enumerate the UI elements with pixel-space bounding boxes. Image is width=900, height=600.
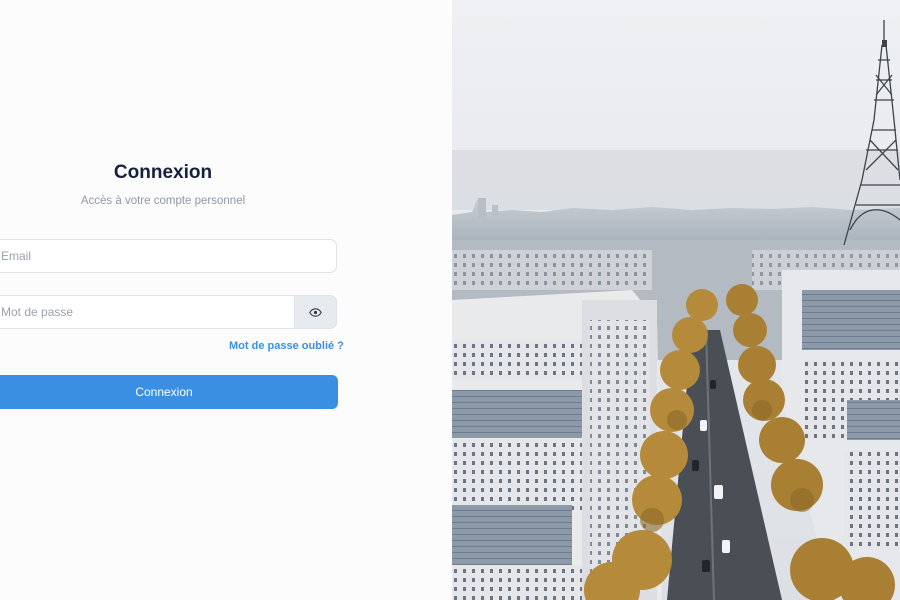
forgot-password-link[interactable]: Mot de passe oublié ? [229,340,344,352]
email-field[interactable] [1,240,281,272]
show-password-button[interactable] [294,295,337,329]
paris-skyline-image [452,0,900,600]
login-panel: Connexion Accès à votre compte personnel… [0,0,452,600]
password-field[interactable] [1,296,281,328]
email-field-container [0,239,337,273]
password-field-container [0,295,337,329]
page-subtitle: Accès à votre compte personnel [80,195,246,207]
hero-image [452,0,900,600]
login-button[interactable]: Connexion [0,375,338,409]
page-title: Connexion [113,162,213,183]
eye-icon [309,307,322,317]
